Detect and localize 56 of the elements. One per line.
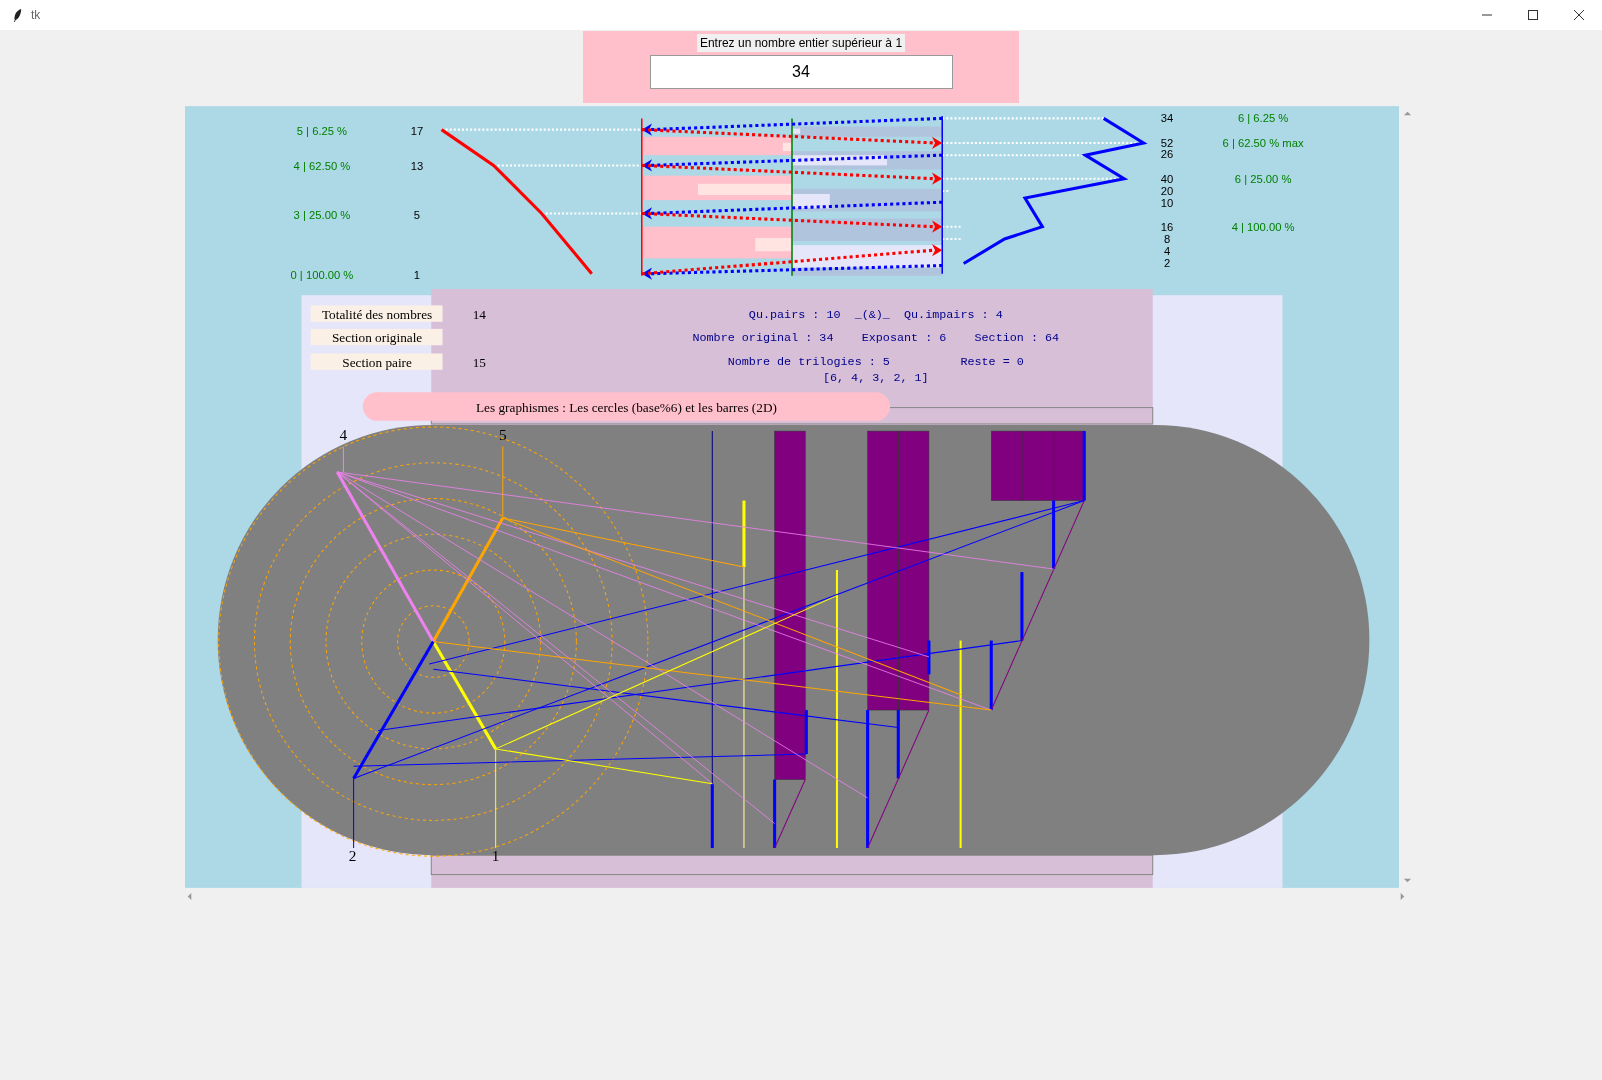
axis-label: 2 xyxy=(348,847,357,865)
number-label: 16 xyxy=(1160,220,1174,233)
number-label: 5 xyxy=(413,208,421,221)
close-icon[interactable] xyxy=(1574,10,1584,20)
axis-label: 1 xyxy=(491,847,500,865)
value-line xyxy=(742,500,746,567)
ratio-label: 4 | 62.50 % xyxy=(293,160,351,173)
number-label: 4 xyxy=(1163,245,1171,258)
value-line xyxy=(1020,572,1024,641)
ratio-label: 5 | 6.25 % xyxy=(296,124,348,137)
ratio-label: 6 | 25.00 % xyxy=(1234,172,1292,185)
stats-text: Qu.pairs : 10 _(&)_ Qu.impairs : 4 xyxy=(748,307,1003,322)
number-label: 1 xyxy=(413,268,421,281)
ratio-label: 3 | 25.00 % xyxy=(293,208,351,221)
window-title: tk xyxy=(31,8,41,22)
number-label: 8 xyxy=(1163,233,1171,246)
value-line xyxy=(710,783,714,848)
ratio-label: 4 | 100.00 % xyxy=(1231,220,1295,233)
number-label: 17 xyxy=(410,124,424,137)
stats-text: [6, 4, 3, 2, 1] xyxy=(822,371,929,385)
stats-text: Nombre de trilogies : 5 Reste = 0 xyxy=(727,354,1024,369)
number-label: 34 xyxy=(1160,112,1174,125)
number-label: 2 xyxy=(1163,256,1171,269)
axis-label: 4 xyxy=(339,426,348,444)
diagonal-line xyxy=(774,779,806,849)
value-line xyxy=(927,640,931,675)
ratio-label: 6 | 62.50 % max xyxy=(1222,137,1304,149)
scroll-right-icon[interactable] xyxy=(1398,892,1407,901)
summary-label: Totalité des nombres xyxy=(310,305,443,322)
ratio-label: 0 | 100.00 % xyxy=(290,268,354,281)
value-line xyxy=(989,640,993,711)
entry-prompt: Entrez un nombre entier supérieur à 1 xyxy=(696,34,906,52)
number-label: 40 xyxy=(1160,172,1174,185)
value-line xyxy=(1082,431,1086,501)
number-label: 13 xyxy=(410,160,424,173)
title-banner: Les graphismes : Les cercles (base%6) et les barres (2D) xyxy=(362,392,891,421)
value-line xyxy=(773,779,777,848)
value-line xyxy=(1052,500,1056,570)
summary-value: 14 xyxy=(472,306,486,322)
scroll-up-icon[interactable] xyxy=(1403,109,1412,118)
summary-label: Section paire xyxy=(310,353,443,370)
maximize-icon[interactable] xyxy=(1528,10,1538,20)
feather-icon xyxy=(12,7,23,23)
number-label: 52 xyxy=(1160,137,1174,149)
number-label: 26 xyxy=(1160,148,1174,161)
summary-value: 15 xyxy=(472,354,486,370)
stats-text: Nombre original : 34 Exposant : 6 Section : 64 xyxy=(692,331,1060,346)
scroll-left-icon[interactable] xyxy=(185,892,194,901)
number-label: 10 xyxy=(1160,197,1174,210)
scroll-down-icon[interactable] xyxy=(1403,876,1412,885)
value-line xyxy=(896,710,900,779)
number-label: 20 xyxy=(1160,185,1174,198)
ratio-label: 6 | 6.25 % xyxy=(1237,112,1289,125)
value-line xyxy=(804,710,808,754)
axis-label: 5 xyxy=(499,426,507,444)
number-input-field[interactable]: 34 xyxy=(649,55,953,89)
